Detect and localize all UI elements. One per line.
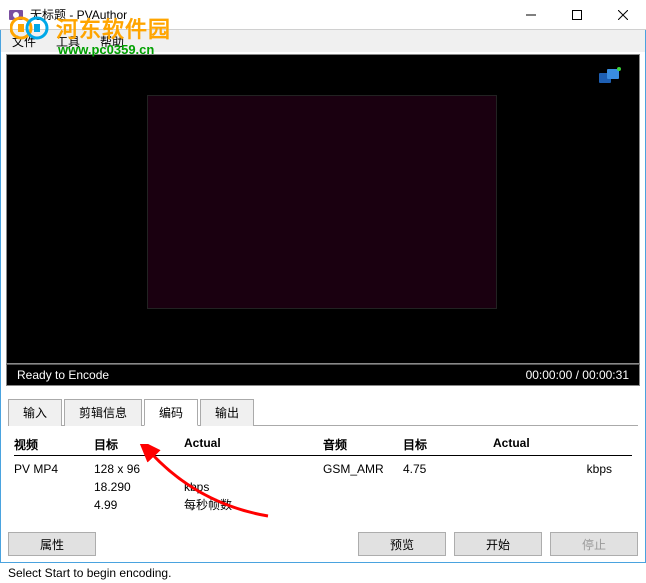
app-icon (8, 7, 24, 23)
video-target-fps: 4.99 (94, 496, 184, 514)
window-title: 无标题 - PVAuthor (30, 6, 508, 23)
stop-button: 停止 (550, 532, 638, 556)
tab-encode[interactable]: 编码 (144, 399, 198, 426)
encode-info-panel: 视频 目标 Actual PV MP4 128 x 96 18.290 kbps… (8, 426, 638, 522)
preview-button[interactable]: 预览 (358, 532, 446, 556)
menu-file[interactable]: 文件 (8, 31, 40, 52)
video-codec: PV MP4 (14, 460, 94, 478)
video-header: 视频 (14, 436, 94, 453)
video-info-group: 视频 目标 Actual PV MP4 128 x 96 18.290 kbps… (14, 436, 323, 514)
tab-input[interactable]: 输入 (8, 399, 62, 426)
bottom-status-bar: Select Start to begin encoding. (0, 562, 646, 583)
video-status-bar: Ready to Encode 00:00:00 / 00:00:31 (6, 364, 640, 386)
video-target-dimensions: 128 x 96 (94, 460, 184, 478)
menu-tools[interactable]: 工具 (52, 31, 84, 52)
video-preview (147, 95, 497, 309)
audio-info-group: 音频 目标 Actual GSM_AMR 4.75 kbps (323, 436, 632, 514)
tab-output[interactable]: 输出 (200, 399, 254, 426)
tab-row: 输入 剪辑信息 编码 输出 (8, 398, 638, 426)
menu-help[interactable]: 帮助 (96, 31, 128, 52)
activity-indicator-icon (599, 67, 621, 85)
close-button[interactable] (600, 0, 646, 30)
audio-target-bitrate: 4.75 (403, 460, 493, 478)
button-row: 属性 预览 开始 停止 (8, 532, 638, 556)
properties-button[interactable]: 属性 (8, 532, 96, 556)
video-target-bitrate: 18.290 (94, 478, 184, 496)
fps-label: 每秒帧数 (184, 496, 323, 514)
audio-header: 音频 (323, 436, 403, 453)
actual-header: Actual (184, 436, 323, 453)
audio-codec: GSM_AMR (323, 460, 403, 478)
video-area (6, 54, 640, 364)
titlebar: 无标题 - PVAuthor (0, 0, 646, 30)
tab-clip-info[interactable]: 剪辑信息 (64, 399, 142, 426)
target-header: 目标 (94, 436, 184, 453)
encode-status-text: Ready to Encode (17, 368, 109, 382)
audio-kbps-label: kbps (493, 460, 632, 478)
minimize-button[interactable] (508, 0, 554, 30)
menubar: 文件 工具 帮助 (0, 30, 646, 52)
time-display: 00:00:00 / 00:00:31 (526, 368, 629, 382)
audio-actual-header: Actual (493, 436, 632, 453)
start-button[interactable]: 开始 (454, 532, 542, 556)
kbps-label: kbps (184, 478, 323, 496)
audio-target-header: 目标 (403, 436, 493, 453)
maximize-button[interactable] (554, 0, 600, 30)
